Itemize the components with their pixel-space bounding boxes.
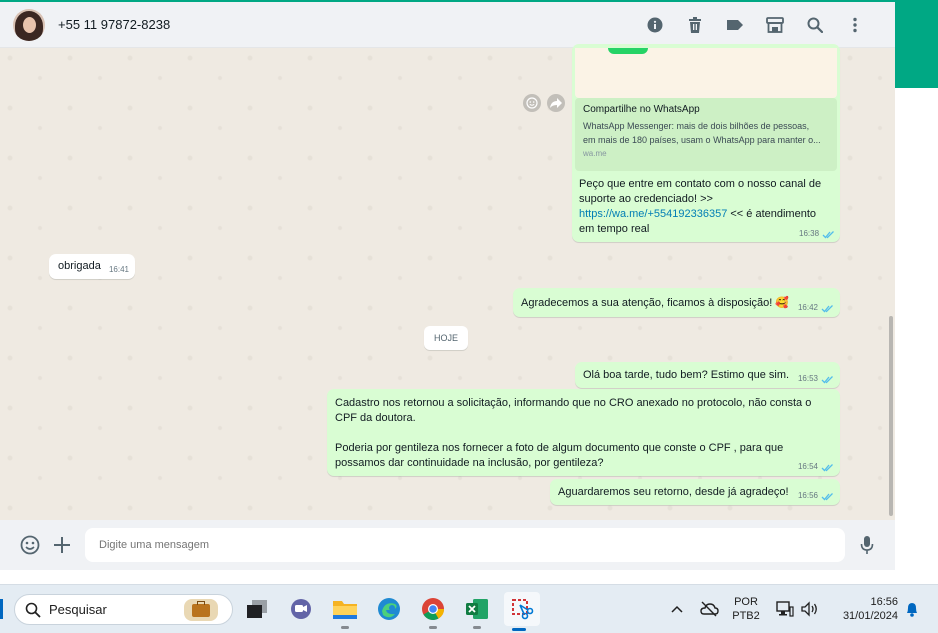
chat-scrollbar[interactable] <box>889 316 893 516</box>
notification-bell-icon[interactable] <box>897 594 927 624</box>
message-text: Peço que entre em contato com o nosso ca… <box>579 178 822 235</box>
avatar-face <box>23 16 36 33</box>
task-view-icon[interactable] <box>242 594 272 624</box>
file-explorer-icon[interactable] <box>330 594 360 629</box>
link-preview-image[interactable] <box>575 48 837 98</box>
message-time: 16:54 <box>797 462 818 471</box>
message-bubble-outgoing[interactable]: Olá boa tarde, tudo bem? Estimo que sim.… <box>575 362 840 388</box>
header-actions <box>635 2 875 48</box>
message-link[interactable]: https://wa.me/+554192336357 <box>579 208 727 220</box>
emoji-react-icon[interactable] <box>523 94 541 112</box>
chat-header: +55 11 97872-8238 <box>0 2 895 48</box>
chevron-up-icon[interactable] <box>662 594 692 624</box>
contact-avatar[interactable] <box>13 8 45 41</box>
message-input[interactable] <box>85 528 845 562</box>
search-icon <box>25 602 41 618</box>
read-ticks-icon <box>821 376 833 384</box>
chrome-icon[interactable] <box>418 594 448 629</box>
system-clock[interactable]: 16:56 31/01/2024 <box>826 595 898 623</box>
message-text: Agradecemos a sua atenção, ficamos à dis… <box>521 297 790 309</box>
edge-icon[interactable] <box>374 594 404 624</box>
message-time: 16:41 <box>108 265 129 274</box>
forward-icon[interactable] <box>547 94 565 112</box>
message-bubble-outgoing[interactable]: Cadastro nos retornou a solicitação, inf… <box>327 389 840 476</box>
link-preview-title: Compartilhe no WhatsApp <box>583 104 700 115</box>
attach-plus-icon[interactable] <box>49 532 75 558</box>
message-bubble-incoming[interactable]: obrigada 16:41 <box>49 254 135 279</box>
link-preview-domain: wa.me <box>583 149 607 158</box>
read-ticks-icon <box>821 464 833 472</box>
message-text: Cadastro nos retornou a solicitação, inf… <box>335 397 812 469</box>
trash-icon[interactable] <box>675 5 715 45</box>
message-text: obrigada <box>58 260 101 272</box>
excel-icon[interactable] <box>462 594 492 629</box>
info-icon[interactable] <box>635 5 675 45</box>
running-indicator <box>473 626 481 629</box>
message-time: 16:42 <box>797 303 818 312</box>
running-indicator <box>429 626 437 629</box>
language-indicator[interactable]: POR PTB2 <box>728 595 764 623</box>
start-edge <box>0 599 3 619</box>
read-ticks-icon <box>822 231 834 239</box>
compose-bar <box>0 520 895 570</box>
store-icon[interactable] <box>755 5 795 45</box>
link-preview[interactable]: Compartilhe no WhatsApp WhatsApp Messeng… <box>575 98 837 171</box>
running-indicator <box>341 626 349 629</box>
emoji-icon[interactable] <box>17 532 43 558</box>
taskbar-search[interactable]: Pesquisar <box>14 594 233 625</box>
message-text: Aguardaremos seu retorno, desde já agrad… <box>558 486 789 498</box>
message-time: 16:56 <box>797 491 818 500</box>
volume-icon[interactable] <box>795 594 825 624</box>
taskbar-search-label: Pesquisar <box>49 602 107 617</box>
message-time: 16:53 <box>797 374 818 383</box>
message-text: Olá boa tarde, tudo bem? Estimo que sim. <box>583 369 790 381</box>
window-bottom-edge <box>0 570 895 584</box>
message-time: 16:38 <box>799 229 820 238</box>
running-indicator <box>512 628 526 631</box>
read-ticks-icon <box>821 493 833 501</box>
background-window-accent <box>895 0 938 88</box>
message-bubble-outgoing[interactable]: Agradecemos a sua atenção, ficamos à dis… <box>513 288 840 317</box>
teams-icon[interactable] <box>286 594 316 624</box>
windows-taskbar: Pesquisar POR PTB2 16:56 31/01/2024 <box>0 584 938 633</box>
date-separator: HOJE <box>424 326 469 350</box>
message-bubble-outgoing[interactable]: Aguardaremos seu retorno, desde já agrad… <box>550 479 840 505</box>
link-preview-description: WhatsApp Messenger: mais de dois bilhões… <box>583 121 821 145</box>
snipping-tool-icon[interactable] <box>504 592 540 631</box>
microphone-icon[interactable] <box>854 532 880 558</box>
cloud-offline-icon[interactable] <box>694 594 724 624</box>
background-window <box>895 0 938 590</box>
whatsapp-logo-icon <box>608 48 648 54</box>
search-icon[interactable] <box>795 5 835 45</box>
read-ticks-icon <box>821 305 833 313</box>
label-icon[interactable] <box>715 5 755 45</box>
briefcase-icon <box>184 599 218 621</box>
menu-icon[interactable] <box>835 5 875 45</box>
contact-name[interactable]: +55 11 97872-8238 <box>58 17 170 32</box>
